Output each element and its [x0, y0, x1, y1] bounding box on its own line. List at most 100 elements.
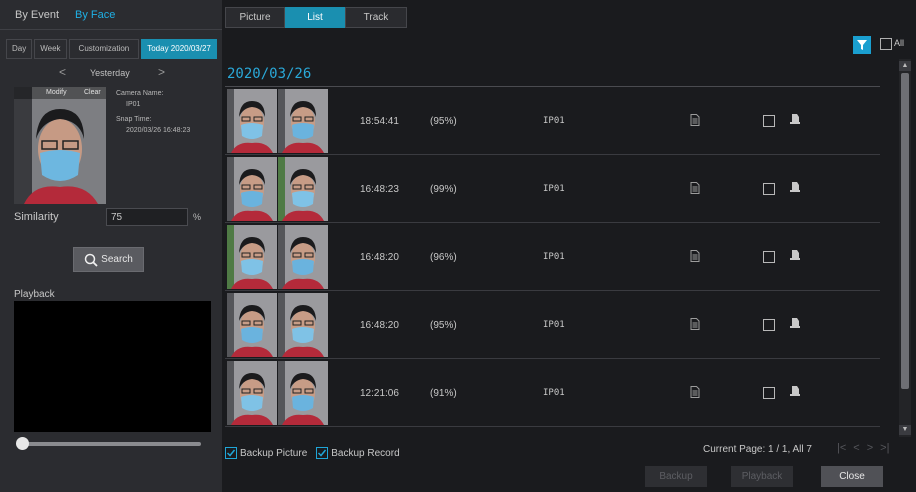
row-checkbox[interactable]: [763, 183, 775, 195]
next-day-button[interactable]: >: [158, 65, 165, 79]
camera-name: IP01: [543, 388, 565, 398]
row-checkbox[interactable]: [763, 115, 775, 127]
snapshot-info: Camera Name: IP01 Snap Time: 2020/03/26 …: [116, 88, 216, 136]
row-checkbox[interactable]: [763, 387, 775, 399]
face-thumbnail[interactable]: [227, 361, 277, 425]
camera-name: IP01: [543, 252, 565, 262]
snap-time-label: Snap Time:: [116, 116, 152, 123]
close-button[interactable]: Close: [821, 466, 883, 487]
snap-time: 16:48:23: [360, 184, 399, 195]
range-week-button[interactable]: Week: [34, 39, 67, 59]
filter-button[interactable]: [853, 36, 871, 54]
snapshot-actions: Modify Clear: [14, 87, 106, 99]
camera-name-label: Camera Name:: [116, 90, 164, 97]
filter-icon: [857, 40, 867, 50]
tab-picture[interactable]: Picture: [225, 7, 285, 28]
playback-label: Playback: [14, 289, 55, 300]
table-row[interactable]: 16:48:20 (95%) IP01: [225, 291, 880, 359]
row-checkbox[interactable]: [763, 251, 775, 263]
details-icon[interactable]: [690, 114, 700, 129]
face-thumbnail[interactable]: [278, 89, 328, 153]
face-thumbnail[interactable]: [278, 361, 328, 425]
table-row[interactable]: 12:21:06 (91%) IP01: [225, 359, 880, 427]
last-page-button[interactable]: >|: [880, 442, 889, 454]
search-button[interactable]: Search: [73, 247, 144, 272]
backup-record-label: Backup Record: [331, 447, 400, 459]
backup-options: Backup Picture Backup Record: [225, 446, 400, 460]
select-all-checkbox[interactable]: [880, 38, 892, 50]
face-thumbnail[interactable]: [278, 157, 328, 221]
backup-picture-label: Backup Picture: [240, 447, 308, 459]
scrollbar-thumb[interactable]: [901, 73, 909, 389]
tab-list[interactable]: List: [285, 7, 345, 28]
time-range-selector: Day Week Customization Today 2020/03/27: [6, 39, 217, 59]
day-label: Yesterday: [90, 68, 130, 78]
range-customization-button[interactable]: Customization: [68, 39, 140, 59]
backup-record-checkbox[interactable]: [316, 447, 329, 459]
playback-slider-handle[interactable]: [16, 437, 29, 450]
backup-button[interactable]: Backup: [645, 466, 707, 487]
face-thumbnail[interactable]: [227, 225, 277, 289]
table-row[interactable]: 18:54:41 (95%) IP01: [225, 87, 880, 155]
backup-picture-checkbox[interactable]: [225, 447, 237, 459]
similarity-percent: (91%): [430, 388, 457, 399]
details-icon[interactable]: [690, 182, 700, 197]
backup-icon[interactable]: [789, 317, 801, 332]
search-mode-tabs: By Event By Face: [0, 0, 222, 30]
table-row[interactable]: 16:48:23 (99%) IP01: [225, 155, 880, 223]
tab-by-event[interactable]: By Event: [15, 9, 59, 21]
face-thumbnail[interactable]: [227, 157, 277, 221]
similarity-label: Similarity: [14, 211, 59, 223]
clear-button[interactable]: Clear: [84, 89, 101, 96]
prev-page-button[interactable]: <: [853, 442, 859, 454]
playback-slider-track[interactable]: [20, 442, 201, 446]
scroll-up-arrow-icon[interactable]: ▲: [899, 61, 911, 71]
row-checkbox[interactable]: [763, 319, 775, 331]
search-icon: [84, 253, 98, 267]
backup-icon[interactable]: [789, 113, 801, 128]
camera-name: IP01: [543, 116, 565, 126]
face-thumbnail[interactable]: [278, 225, 328, 289]
similarity-percent: (96%): [430, 252, 457, 263]
face-thumbnail[interactable]: [278, 293, 328, 357]
pagination: |< < > >|: [837, 442, 889, 454]
snap-time: 16:48:20: [360, 252, 399, 263]
snap-time-value: 2020/03/26 16:48:23: [126, 127, 191, 134]
similarity-input[interactable]: [106, 208, 188, 226]
first-page-button[interactable]: |<: [837, 442, 846, 454]
table-row[interactable]: 16:48:20 (96%) IP01: [225, 223, 880, 291]
face-thumbnail[interactable]: [227, 293, 277, 357]
details-icon[interactable]: [690, 386, 700, 401]
camera-name-value: IP01: [126, 101, 141, 108]
similarity-percent: (99%): [430, 184, 457, 195]
modify-button[interactable]: Modify: [46, 89, 67, 96]
results-list: 2020/03/26 18:54:41 (95%) IP01 16:48:23 (99%…: [225, 60, 896, 438]
tab-by-face[interactable]: By Face: [75, 9, 115, 21]
search-button-label: Search: [101, 254, 133, 265]
view-mode-tabs: Picture List Track: [225, 7, 407, 28]
details-icon[interactable]: [690, 318, 700, 333]
backup-icon[interactable]: [789, 249, 801, 264]
list-scrollbar[interactable]: ▲ ▼: [899, 59, 911, 437]
backup-icon[interactable]: [789, 181, 801, 196]
snap-time: 12:21:06: [360, 388, 399, 399]
face-thumbnail[interactable]: [227, 89, 277, 153]
prev-day-button[interactable]: <: [59, 65, 66, 79]
similarity-percent: (95%): [430, 320, 457, 331]
scroll-down-arrow-icon[interactable]: ▼: [899, 425, 911, 435]
face-snapshot-image: [14, 87, 106, 204]
check-icon: [318, 449, 327, 457]
similarity-unit: %: [193, 212, 202, 222]
backup-icon[interactable]: [789, 385, 801, 400]
details-icon[interactable]: [690, 250, 700, 265]
tab-track[interactable]: Track: [345, 7, 407, 28]
next-page-button[interactable]: >: [867, 442, 873, 454]
similarity-percent: (95%): [430, 116, 457, 127]
camera-name: IP01: [543, 320, 565, 330]
day-navigator: < Yesterday >: [0, 65, 222, 82]
page-info: Current Page: 1 / 1, All 7: [703, 444, 812, 455]
range-today-button[interactable]: Today 2020/03/27: [141, 39, 217, 59]
playback-button[interactable]: Playback: [731, 466, 793, 487]
playback-video[interactable]: [14, 301, 211, 432]
range-day-button[interactable]: Day: [6, 39, 33, 59]
